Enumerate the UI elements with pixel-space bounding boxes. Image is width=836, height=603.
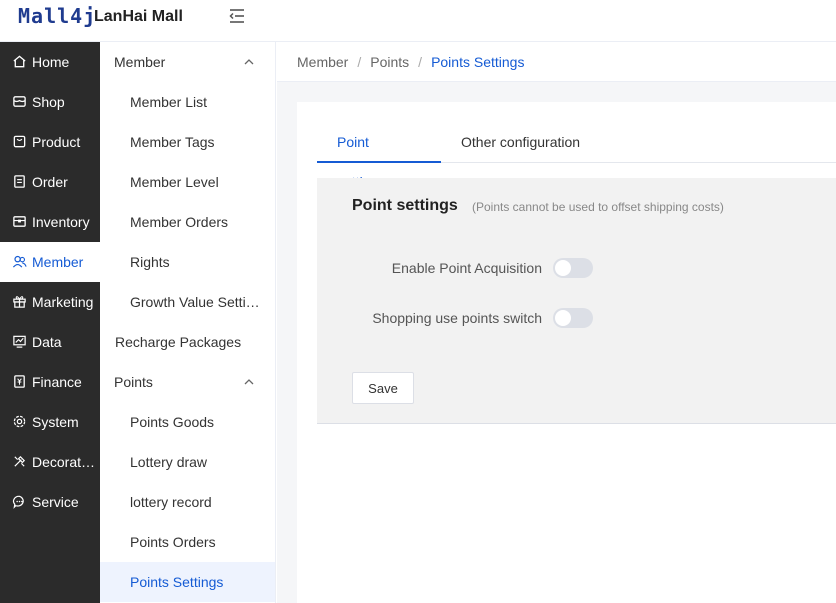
finance-icon [12, 374, 28, 390]
subnav-item-lottery-draw[interactable]: Lottery draw [100, 442, 275, 482]
member-icon [12, 254, 28, 270]
subnav-label: Member List [130, 94, 208, 110]
top-bar: Mall4j LanHai Mall [0, 0, 836, 42]
nav-item-product[interactable]: Product [0, 122, 100, 162]
tab-bar: Point settings Other configuration [317, 122, 836, 190]
subnav-label: Member [114, 54, 166, 70]
breadcrumb: Member / Points / Points Settings [277, 42, 836, 82]
decorate-icon [12, 454, 28, 470]
nav-item-label: Marketing [32, 294, 94, 310]
nav-item-home[interactable]: Home [0, 42, 100, 82]
nav-item-label: Finance [32, 374, 82, 390]
breadcrumb-separator: / [357, 53, 362, 70]
subnav-item-growth-value[interactable]: Growth Value Setti… [100, 282, 275, 322]
tab-point-settings[interactable]: Point settings [317, 122, 441, 190]
menu-collapse-icon[interactable] [228, 7, 246, 25]
tab-other-configuration[interactable]: Other configuration [441, 122, 600, 163]
save-button[interactable]: Save [352, 372, 414, 404]
nav-item-label: Product [32, 134, 81, 150]
subnav-group-member[interactable]: Member [100, 42, 275, 82]
breadcrumb-current: Points Settings [431, 53, 525, 70]
chart-icon [12, 334, 28, 350]
switch-knob [555, 310, 571, 326]
gear-icon [12, 414, 28, 430]
home-icon [12, 54, 28, 70]
order-icon [12, 174, 28, 190]
breadcrumb-item[interactable]: Member [297, 54, 348, 70]
nav-item-data[interactable]: Data [0, 322, 100, 362]
nav-item-shop[interactable]: Shop [0, 82, 100, 122]
subnav-label: Points Settings [130, 574, 224, 590]
panel-title: Point settings [352, 197, 458, 214]
subnav-item-rights[interactable]: Rights [100, 242, 275, 282]
nav-item-inventory[interactable]: Inventory [0, 202, 100, 242]
breadcrumb-item[interactable]: Points [370, 54, 409, 70]
nav-item-label: Decorat… [32, 454, 96, 470]
subnav-item-member-list[interactable]: Member List [100, 82, 275, 122]
shop-icon [12, 94, 28, 110]
subnav-item-member-tags[interactable]: Member Tags [100, 122, 275, 162]
nav-item-label: Order [32, 174, 68, 190]
nav-item-marketing[interactable]: Marketing [0, 282, 100, 322]
subnav-group-points[interactable]: Points [100, 362, 275, 402]
main-sidebar: Home Shop Product Order Inventory Member… [0, 42, 100, 603]
shopping-use-points-label: Shopping use points switch [372, 310, 542, 326]
subnav-label: Points Orders [130, 534, 216, 550]
nav-item-label: Member [32, 254, 84, 270]
subnav-label: Recharge Packages [115, 334, 242, 350]
subnav-label: Member Level [130, 174, 219, 190]
subnav-item-recharge-packages[interactable]: Recharge Packages [100, 322, 275, 362]
nav-item-label: Shop [32, 94, 65, 110]
subnav-label: lottery record [130, 494, 212, 510]
nav-item-decorate[interactable]: Decorat… [0, 442, 100, 482]
subnav-item-points-settings[interactable]: Points Settings [100, 562, 275, 602]
enable-point-acquisition-switch[interactable] [553, 258, 593, 278]
subnav-item-points-goods[interactable]: Points Goods [100, 402, 275, 442]
subnav-label: Points [114, 374, 153, 390]
subnav-label: Member Tags [130, 134, 215, 150]
subnav-item-member-orders[interactable]: Member Orders [100, 202, 275, 242]
nav-item-service[interactable]: Service [0, 482, 100, 522]
subnav-item-lottery-record[interactable]: lottery record [100, 482, 275, 522]
nav-item-member[interactable]: Member [0, 242, 100, 282]
panel-note: (Points cannot be used to offset shippin… [472, 200, 724, 214]
nav-item-label: Inventory [32, 214, 90, 230]
switch-knob [555, 260, 571, 276]
chevron-up-icon [244, 59, 254, 65]
gift-icon [12, 294, 28, 310]
subnav-item-points-orders[interactable]: Points Orders [100, 522, 275, 562]
nav-item-finance[interactable]: Finance [0, 362, 100, 402]
chat-icon [12, 494, 28, 510]
settings-panel: Point settings (Points cannot be used to… [317, 178, 836, 424]
sub-sidebar: Member Member List Member Tags Member Le… [100, 42, 276, 603]
subnav-label: Points Goods [130, 414, 215, 430]
logo: Mall4j [18, 4, 97, 28]
app-name: LanHai Mall [94, 8, 183, 25]
subnav-label: Growth Value Setti… [130, 294, 260, 310]
inventory-icon [12, 214, 28, 230]
nav-item-label: System [32, 414, 79, 430]
enable-point-acquisition-label: Enable Point Acquisition [391, 260, 542, 276]
shopping-use-points-switch[interactable] [553, 308, 593, 328]
chevron-up-icon [244, 379, 254, 385]
subnav-label: Rights [130, 254, 170, 270]
subnav-item-member-level[interactable]: Member Level [100, 162, 275, 202]
breadcrumb-separator: / [418, 53, 423, 70]
subnav-label: Member Orders [130, 214, 229, 230]
nav-item-system[interactable]: System [0, 402, 100, 442]
nav-item-order[interactable]: Order [0, 162, 100, 202]
nav-item-label: Data [32, 334, 62, 350]
product-icon [12, 134, 28, 150]
subnav-label: Lottery draw [130, 454, 208, 470]
nav-item-label: Service [32, 494, 79, 510]
nav-item-label: Home [32, 54, 70, 70]
